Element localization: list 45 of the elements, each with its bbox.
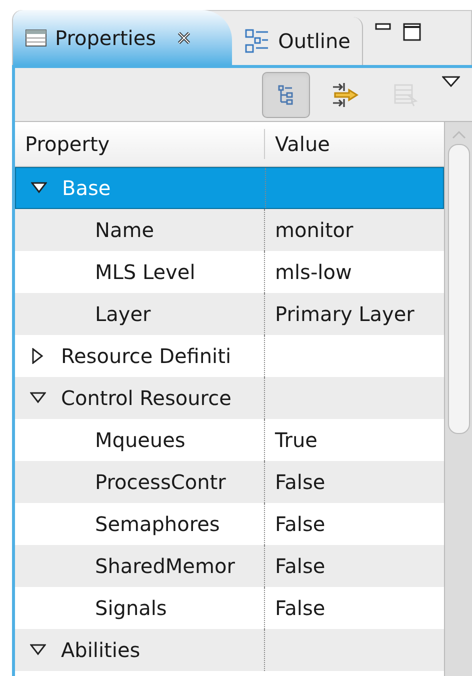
tree-row[interactable]: Control Resource xyxy=(15,377,444,419)
minimize-icon[interactable] xyxy=(375,23,392,31)
property-name: MLS Level xyxy=(94,259,196,286)
close-icon[interactable] xyxy=(176,30,192,46)
tree-row[interactable]: SharedMemor False xyxy=(15,545,444,587)
property-name: Semaphores xyxy=(94,511,220,538)
expanded-arrow-icon[interactable] xyxy=(31,182,47,194)
scrollbar[interactable] xyxy=(444,122,472,676)
tree-icon xyxy=(277,84,295,104)
expanded-arrow-icon[interactable] xyxy=(30,644,46,656)
property-name: ProcessContr xyxy=(94,469,226,496)
property-name: Base xyxy=(62,175,111,202)
property-name: Name xyxy=(94,217,154,244)
column-header[interactable]: Value xyxy=(265,129,444,159)
property-value: monitor xyxy=(274,217,354,244)
property-name: Resource Definiti xyxy=(61,343,232,370)
expanded-arrow-icon[interactable] xyxy=(30,392,46,404)
property-name: Abilities xyxy=(61,637,140,664)
property-name: Mqueues xyxy=(94,427,186,454)
property-value: False xyxy=(274,469,326,496)
maximize-icon[interactable] xyxy=(403,23,422,41)
tree-row[interactable]: Abilities xyxy=(15,629,444,671)
property-name: Control Resource xyxy=(61,385,232,412)
table-icon xyxy=(25,28,47,46)
tree-row[interactable]: ProcessContr False xyxy=(15,461,444,503)
tree-row[interactable]: Layer Primary Layer xyxy=(15,293,444,335)
tab-label: Outline xyxy=(278,28,350,55)
property-name: SharedMemor xyxy=(94,553,235,580)
collapsed-arrow-icon[interactable] xyxy=(32,348,44,364)
arrows-icon xyxy=(331,82,361,108)
property-value: mls-low xyxy=(274,259,352,286)
outline-icon xyxy=(244,28,270,54)
property-value: Primary Layer xyxy=(274,301,414,328)
tab-label: Properties xyxy=(55,24,156,52)
property-name: Signals xyxy=(94,595,167,622)
panel-tab[interactable]: Properties xyxy=(13,10,232,65)
tree-row[interactable]: Name monitor xyxy=(15,209,444,251)
property-value: False xyxy=(274,553,326,580)
scrollbar-thumb[interactable] xyxy=(448,144,470,434)
property-value: True xyxy=(274,427,318,454)
property-value: False xyxy=(274,595,326,622)
column-header[interactable]: Property xyxy=(15,129,265,159)
property-value: False xyxy=(274,511,326,538)
property-name: Layer xyxy=(94,301,151,328)
dropdown-arrow-icon[interactable] xyxy=(442,76,460,88)
